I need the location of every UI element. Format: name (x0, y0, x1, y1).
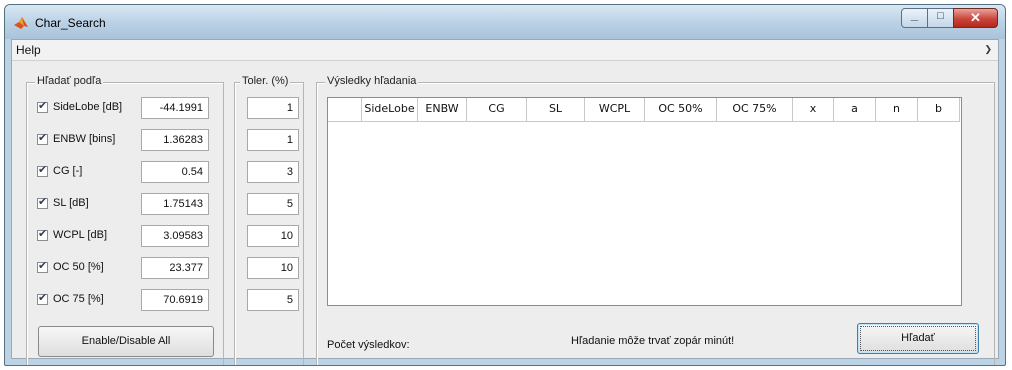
sidelobe-tolerance-field[interactable]: 1 (247, 97, 299, 119)
matlab-icon (14, 17, 28, 29)
oc50-label: OC 50 [%] (53, 261, 104, 273)
checkmark-icon: ✔ (38, 132, 48, 144)
cg-checkbox[interactable]: ✔ (37, 164, 48, 177)
results-panel: Výsledky hľadania SideLobe ENBW CG SL WC… (316, 75, 995, 365)
column-header-b[interactable]: b (918, 98, 960, 122)
oc75-tolerance-field[interactable]: 5 (247, 289, 299, 311)
column-header-a[interactable]: a (834, 98, 876, 122)
column-header-oc75[interactable]: OC 75% (717, 98, 793, 122)
cg-value-field[interactable]: 0.54 (141, 161, 209, 183)
column-header-x[interactable]: x (793, 98, 834, 122)
enable-disable-all-button[interactable]: Enable/Disable All (38, 326, 214, 357)
sl-value-field[interactable]: 1.75143 (141, 193, 209, 215)
minimize-icon: _ (910, 7, 919, 22)
checkmark-icon: ✔ (38, 164, 48, 176)
criteria-row-sidelobe: ✔ SideLobe [dB] -44.1991 (33, 97, 209, 121)
close-button[interactable]: ✕ (953, 8, 998, 28)
maximize-button[interactable]: □ (927, 8, 954, 28)
wcpl-label: WCPL [dB] (53, 229, 107, 241)
result-count-label: Počet výsledkov: (327, 339, 410, 351)
sidelobe-value-field[interactable]: -44.1991 (141, 97, 209, 119)
checkmark-icon: ✔ (38, 100, 48, 112)
results-table-header: SideLobe ENBW CG SL WCPL OC 50% OC 75% x… (328, 98, 961, 122)
search-criteria-title: Hľadať podľa (35, 75, 104, 87)
enbw-label: ENBW [bins] (53, 133, 116, 145)
checkmark-icon: ✔ (38, 292, 48, 304)
sidelobe-checkbox[interactable]: ✔ (37, 100, 48, 113)
column-header-oc50[interactable]: OC 50% (645, 98, 717, 122)
results-table[interactable]: SideLobe ENBW CG SL WCPL OC 50% OC 75% x… (327, 97, 962, 306)
menu-help[interactable]: Help (16, 43, 41, 57)
tolerance-title: Toler. (%) (240, 75, 291, 87)
enbw-tolerance-field[interactable]: 1 (247, 129, 299, 151)
search-time-warning: Hľadanie môže trvať zopár minút! (571, 335, 735, 347)
oc50-tolerance-field[interactable]: 10 (247, 257, 299, 279)
minimize-button[interactable]: _ (901, 7, 928, 28)
cg-tolerance-field[interactable]: 3 (247, 161, 299, 183)
wcpl-checkbox[interactable]: ✔ (37, 228, 48, 241)
enbw-value-field[interactable]: 1.36283 (141, 129, 209, 151)
tolerance-panel: Toler. (%) 1 1 3 5 10 10 5 (234, 75, 304, 365)
wcpl-tolerance-field[interactable]: 10 (247, 225, 299, 247)
column-header-wcpl[interactable]: WCPL (585, 98, 645, 122)
criteria-row-oc75: ✔ OC 75 [%] 70.6919 (33, 289, 209, 313)
menu-bar: Help ❯ (12, 40, 998, 61)
column-header-index[interactable] (328, 98, 362, 122)
maximize-icon: □ (937, 10, 944, 22)
search-button[interactable]: Hľadať (857, 323, 979, 354)
column-header-sl[interactable]: SL (527, 98, 585, 122)
criteria-row-wcpl: ✔ WCPL [dB] 3.09583 (33, 225, 209, 249)
checkmark-icon: ✔ (38, 260, 48, 272)
chevron-right-icon[interactable]: ❯ (984, 44, 992, 55)
cg-label: CG [-] (53, 165, 83, 177)
criteria-row-oc50: ✔ OC 50 [%] 23.377 (33, 257, 209, 281)
enbw-checkbox[interactable]: ✔ (37, 132, 48, 145)
sl-label: SL [dB] (53, 197, 89, 209)
column-header-cg[interactable]: CG (467, 98, 527, 122)
wcpl-value-field[interactable]: 3.09583 (141, 225, 209, 247)
criteria-row-cg: ✔ CG [-] 0.54 (33, 161, 209, 185)
results-title: Výsledky hľadania (325, 75, 419, 87)
oc75-checkbox[interactable]: ✔ (37, 292, 48, 305)
close-icon: ✕ (970, 10, 981, 25)
checkmark-icon: ✔ (38, 228, 48, 240)
sidelobe-label: SideLobe [dB] (53, 101, 123, 113)
oc75-value-field[interactable]: 70.6919 (141, 289, 209, 311)
sl-tolerance-field[interactable]: 5 (247, 193, 299, 215)
client-area: Help ❯ Hľadať podľa ✔ SideLobe [dB] -44.… (11, 39, 999, 365)
sl-checkbox[interactable]: ✔ (37, 196, 48, 209)
app-window: Char_Search _ □ ✕ Help ❯ Hľadať podľa ✔ … (4, 4, 1006, 366)
title-bar[interactable]: Char_Search _ □ ✕ (5, 5, 1005, 39)
column-header-sidelobe[interactable]: SideLobe (362, 98, 418, 122)
search-criteria-panel: Hľadať podľa ✔ SideLobe [dB] -44.1991 ✔ … (26, 75, 224, 365)
column-header-n[interactable]: n (876, 98, 918, 122)
criteria-row-sl: ✔ SL [dB] 1.75143 (33, 193, 209, 217)
oc50-value-field[interactable]: 23.377 (141, 257, 209, 279)
oc50-checkbox[interactable]: ✔ (37, 260, 48, 273)
checkmark-icon: ✔ (38, 196, 48, 208)
oc75-label: OC 75 [%] (53, 293, 104, 305)
criteria-row-enbw: ✔ ENBW [bins] 1.36283 (33, 129, 209, 153)
window-title: Char_Search (35, 16, 106, 30)
column-header-enbw[interactable]: ENBW (418, 98, 467, 122)
